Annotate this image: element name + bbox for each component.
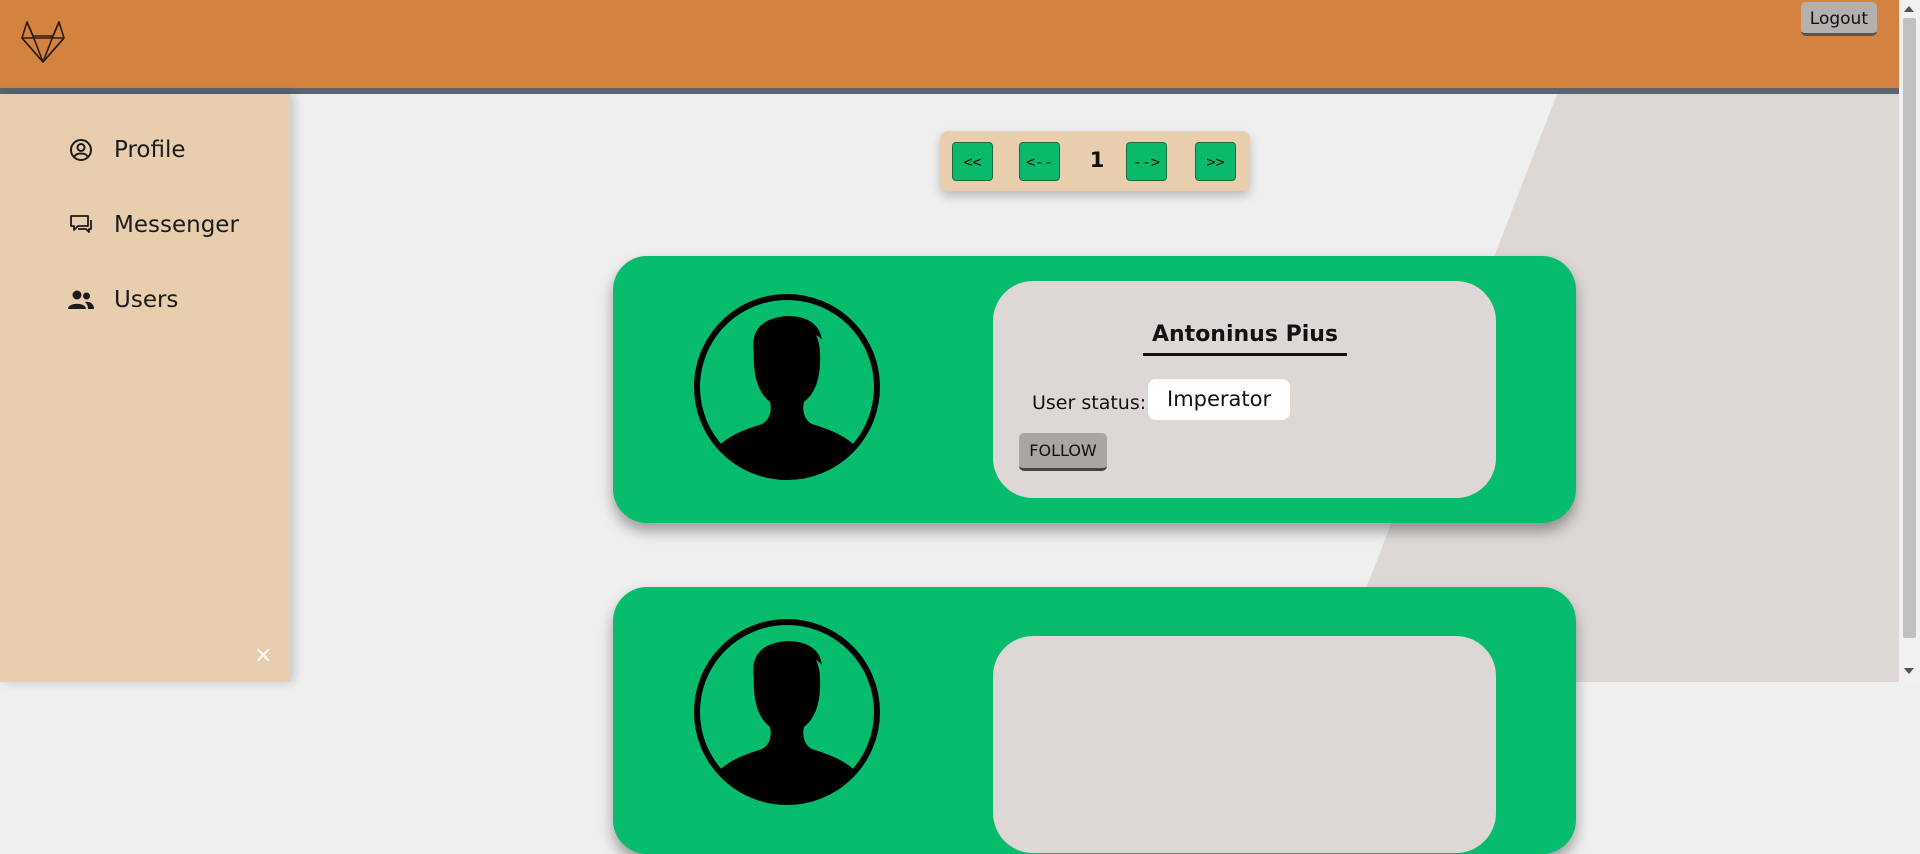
user-card <box>613 587 1576 854</box>
users-icon <box>68 287 94 313</box>
prev-page-button[interactable]: <-- <box>1019 142 1060 181</box>
user-info-panel: Antoninus Pius User status: Imperator FO… <box>993 281 1496 498</box>
user-status-label: User status: <box>1032 392 1147 414</box>
follow-button[interactable]: FOLLOW <box>1019 433 1107 471</box>
logout-button[interactable]: Logout <box>1800 2 1877 36</box>
user-circle-icon <box>68 137 94 163</box>
sidebar-item-messenger[interactable]: Messenger <box>68 212 239 238</box>
user-status-value: Imperator <box>1148 379 1291 420</box>
scroll-down-arrow-icon[interactable] <box>1904 668 1914 674</box>
current-page-number: 1 <box>1089 148 1105 172</box>
sidebar-close-button[interactable]: × <box>254 645 272 667</box>
chat-icon <box>68 212 94 238</box>
user-card: Antoninus Pius User status: Imperator FO… <box>613 256 1576 523</box>
top-header: Logout <box>0 0 1899 94</box>
sidebar-item-profile[interactable]: Profile <box>68 137 186 163</box>
sidebar: Profile Messenger Users <box>0 94 290 682</box>
last-page-button[interactable]: >> <box>1195 142 1236 181</box>
user-name: Antoninus Pius <box>1143 322 1347 356</box>
user-silhouette-icon <box>694 619 880 805</box>
scroll-up-arrow-icon[interactable] <box>1904 6 1914 12</box>
user-info-panel <box>993 636 1496 853</box>
sidebar-item-label: Users <box>114 287 179 313</box>
page-scrollbar[interactable] <box>1899 0 1920 682</box>
pagination: << <-- 1 --> >> <box>940 131 1250 191</box>
first-page-button[interactable]: << <box>952 142 993 181</box>
sidebar-item-label: Messenger <box>114 212 239 238</box>
scroll-thumb[interactable] <box>1903 18 1916 638</box>
fox-logo-icon[interactable] <box>20 20 66 64</box>
sidebar-item-label: Profile <box>114 137 186 163</box>
sidebar-item-users[interactable]: Users <box>68 287 178 313</box>
user-silhouette-icon <box>694 294 880 480</box>
next-page-button[interactable]: --> <box>1126 142 1167 181</box>
